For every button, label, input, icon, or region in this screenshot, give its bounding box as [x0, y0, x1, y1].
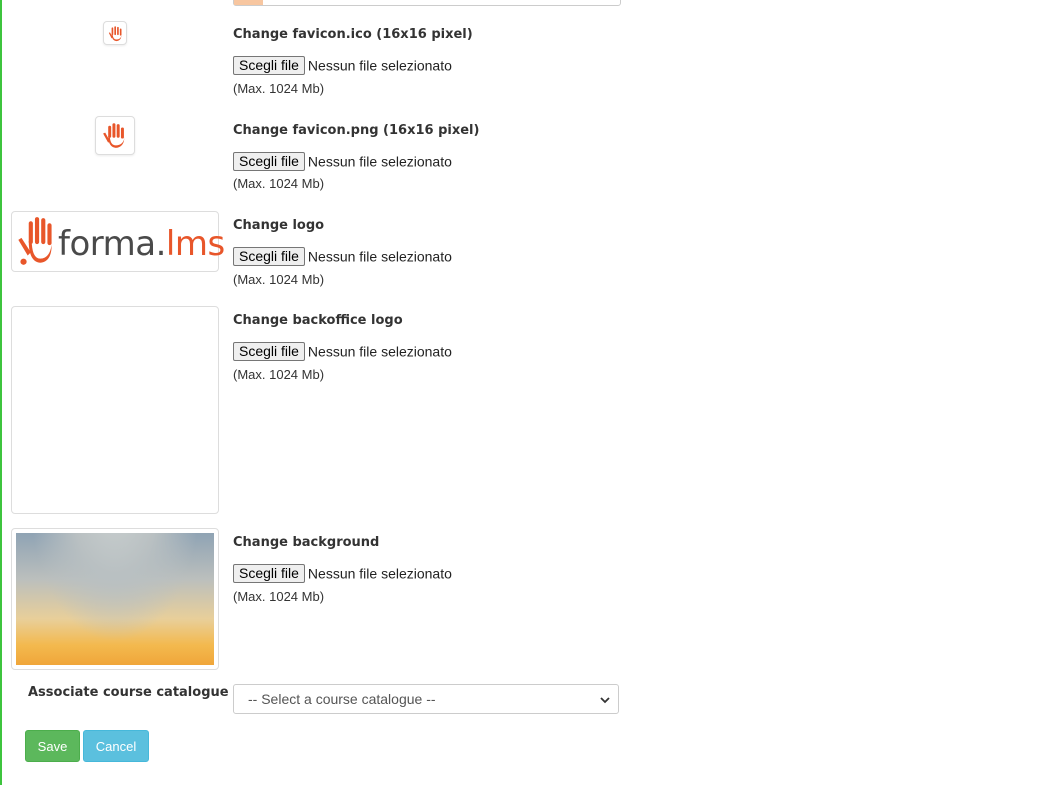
backoffice-logo-file-input[interactable]: Scegli file Nessun file selezionato	[233, 342, 452, 361]
backoffice-logo-choose-button[interactable]: Scegli file	[233, 342, 305, 361]
background-image	[16, 533, 214, 665]
logo-file-input[interactable]: Scegli file Nessun file selezionato	[233, 247, 452, 266]
logo-file-status: Nessun file selezionato	[307, 248, 452, 265]
favicon-ico-file-input[interactable]: Scegli file Nessun file selezionato	[233, 56, 452, 75]
brand-text-forma: forma	[58, 224, 156, 264]
favicon-png-label: Change favicon.png (16x16 pixel)	[233, 123, 480, 138]
favicon-ico-label: Change favicon.ico (16x16 pixel)	[233, 27, 473, 42]
background-file-status: Nessun file selezionato	[307, 565, 452, 582]
save-button[interactable]: Save	[25, 730, 80, 762]
logo-brand-text: forma.lms	[58, 224, 225, 264]
favicon-png-choose-button[interactable]: Scegli file	[233, 152, 305, 171]
catalogue-label: Associate course catalogue	[28, 685, 229, 700]
favicon-ico-file-status: Nessun file selezionato	[307, 57, 452, 74]
background-max-size: (Max. 1024 Mb)	[233, 589, 325, 604]
background-file-input[interactable]: Scegli file Nessun file selezionato	[233, 564, 452, 583]
hand-logo-icon	[18, 217, 52, 265]
favicon-ico-choose-button[interactable]: Scegli file	[233, 56, 305, 75]
input-addon	[234, 0, 263, 5]
catalogue-select-value: -- Select a course catalogue --	[248, 691, 436, 707]
backoffice-logo-max-size: (Max. 1024 Mb)	[233, 367, 325, 382]
backoffice-logo-preview	[11, 306, 219, 514]
catalogue-select[interactable]: -- Select a course catalogue --	[233, 684, 619, 714]
logo-max-size: (Max. 1024 Mb)	[233, 272, 325, 287]
brand-text-dot: .	[155, 224, 167, 264]
hand-logo-icon	[108, 26, 122, 42]
favicon-png-file-status: Nessun file selezionato	[307, 153, 452, 170]
backoffice-logo-file-status: Nessun file selezionato	[307, 343, 452, 360]
favicon-ico-preview	[103, 21, 127, 45]
background-choose-button[interactable]: Scegli file	[233, 564, 305, 583]
partial-input-field[interactable]	[233, 0, 621, 6]
favicon-png-max-size: (Max. 1024 Mb)	[233, 176, 325, 191]
chevron-down-icon	[600, 697, 610, 704]
hand-logo-icon	[103, 123, 125, 148]
logo-choose-button[interactable]: Scegli file	[233, 247, 305, 266]
brand-text-lms: lms	[165, 224, 225, 264]
background-label: Change background	[233, 535, 380, 550]
backoffice-logo-label: Change backoffice logo	[233, 313, 403, 328]
page-left-border	[0, 0, 2, 785]
cancel-button[interactable]: Cancel	[83, 730, 149, 762]
logo-preview: forma.lms	[11, 211, 225, 272]
favicon-png-file-input[interactable]: Scegli file Nessun file selezionato	[233, 152, 452, 171]
logo-label: Change logo	[233, 218, 325, 233]
favicon-ico-max-size: (Max. 1024 Mb)	[233, 81, 325, 96]
background-preview	[11, 528, 219, 670]
favicon-png-preview	[95, 116, 135, 155]
